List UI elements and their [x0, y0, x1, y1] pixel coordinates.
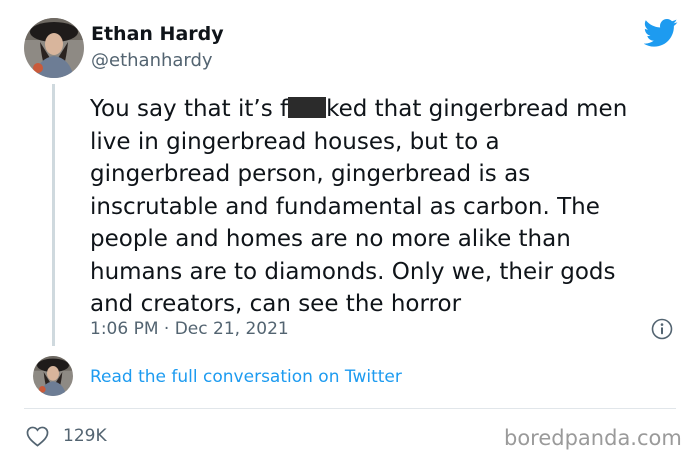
tweet-timestamp[interactable]: 1:06 PM · Dec 21, 2021: [90, 317, 289, 341]
redaction-block: [288, 97, 327, 118]
author-handle[interactable]: @ethanhardy: [91, 49, 213, 73]
divider: [24, 408, 676, 409]
heart-icon[interactable]: [26, 426, 49, 447]
reply-avatar[interactable]: [33, 356, 73, 396]
like-count: 129K: [63, 426, 107, 446]
tweet-body: You say that it’s f ked that gingerbread …: [90, 93, 690, 321]
twitter-bird-icon[interactable]: [643, 18, 678, 48]
tweet-card: Ethan Hardy @ethanhardy You say that it’…: [0, 0, 700, 461]
tweet-text-part-2: ked that gingerbread men live in gingerb…: [90, 96, 628, 317]
read-conversation-link[interactable]: Read the full conversation on Twitter: [90, 365, 402, 389]
author-display-name[interactable]: Ethan Hardy: [91, 22, 224, 46]
info-icon[interactable]: [651, 318, 673, 340]
watermark: boredpanda.com: [504, 426, 682, 450]
author-avatar[interactable]: [24, 18, 84, 78]
thread-connector-line: [52, 84, 55, 346]
tweet-text-part-1: You say that it’s f: [90, 96, 289, 122]
